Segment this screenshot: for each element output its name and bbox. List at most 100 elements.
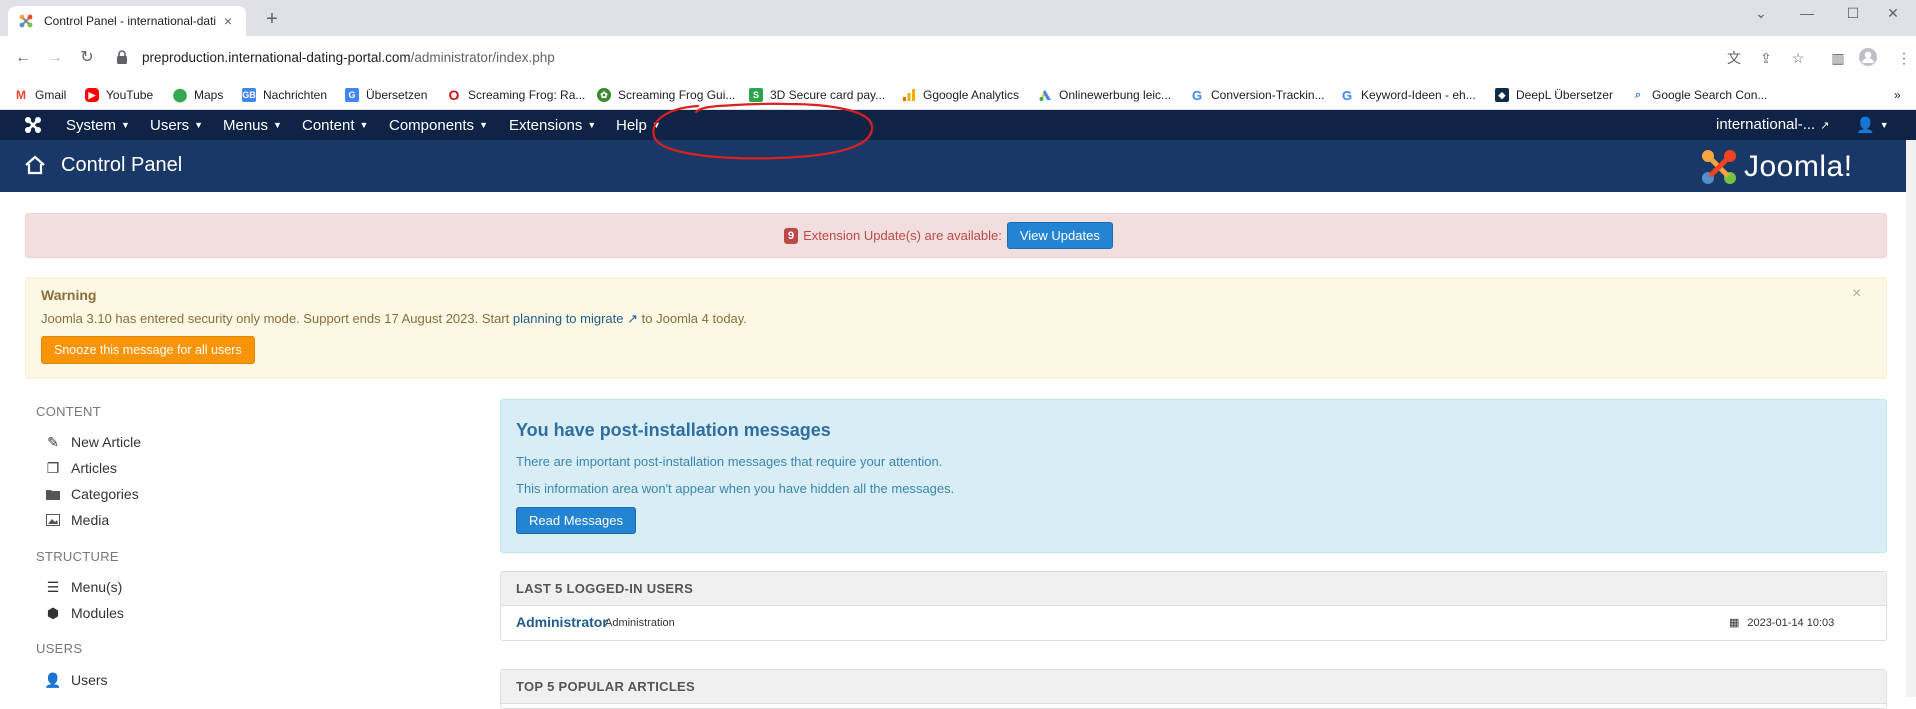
share-icon[interactable]: ⇪: [1756, 48, 1776, 68]
site-link[interactable]: international-... ↗: [1716, 110, 1829, 140]
bookmark-maps[interactable]: ⬤ Maps: [173, 86, 223, 104]
sidebar-item-menus[interactable]: ☰ Menu(s): [45, 577, 123, 597]
pencil-icon: ✎: [47, 433, 59, 450]
bookmark-nachrichten[interactable]: GB Nachrichten: [242, 86, 327, 104]
tab-search-icon[interactable]: ⌄: [1738, 0, 1784, 28]
brand-text: Joomla!: [1744, 150, 1853, 183]
reload-icon[interactable]: ↻: [75, 46, 99, 70]
bookmark-gmail[interactable]: M Gmail: [14, 86, 66, 104]
bookmark-analytics[interactable]: Ggoogle Analytics: [902, 86, 1019, 104]
bookmark-onlinewerbung[interactable]: Onlinewerbung leic...: [1038, 86, 1171, 104]
login-date: ▦ 2023-01-14 10:03: [1729, 616, 1835, 630]
bookmark-conversion-tracking[interactable]: G Conversion-Trackin...: [1190, 86, 1325, 104]
popular-articles-panel: TOP 5 POPULAR ARTICLES: [500, 669, 1887, 709]
bookmark-deepl[interactable]: ◆ DeepL Übersetzer: [1495, 86, 1613, 104]
menu-help[interactable]: Help ▼: [616, 110, 661, 140]
calendar-icon: ▦: [1729, 617, 1740, 629]
bookmark-screaming-frog-gui[interactable]: ✿ Screaming Frog Gui...: [597, 86, 735, 104]
external-link-icon: ↗: [1820, 120, 1830, 132]
bookmark-youtube[interactable]: ▶ YouTube: [85, 86, 153, 104]
more-bookmarks-icon[interactable]: »: [1894, 86, 1901, 104]
sidebar-item-users[interactable]: 👤 Users: [44, 670, 107, 690]
analytics-icon: [902, 88, 916, 102]
joomla-brand: Joomla!: [1700, 148, 1853, 186]
sidebar-heading-structure: STRUCTURE: [36, 549, 119, 564]
bookmark-search-console[interactable]: ⌕ Google Search Con...: [1631, 86, 1767, 104]
snooze-button[interactable]: Snooze this message for all users: [41, 336, 255, 364]
ads-icon: [1038, 88, 1052, 102]
url-text: preproduction.international-dating-porta…: [142, 50, 555, 65]
logged-in-users-heading: LAST 5 LOGGED-IN USERS: [501, 572, 1886, 606]
table-row: Administrator Administration ▦ 2023-01-14…: [501, 606, 1886, 638]
view-updates-button[interactable]: View Updates: [1006, 222, 1113, 249]
extension-update-alert: 9 Extension Update(s) are available: Vie…: [25, 213, 1887, 258]
caret-down-icon: ▼: [651, 120, 661, 130]
post-install-title: You have post-installation messages: [516, 420, 831, 440]
migrate-link[interactable]: planning to migrate: [513, 311, 624, 326]
tab-close-icon[interactable]: ×: [220, 13, 236, 29]
joomla-logo-icon[interactable]: [24, 116, 42, 134]
lock-icon: [116, 50, 132, 66]
menu-system[interactable]: System ▼: [66, 110, 130, 140]
new-tab-button[interactable]: +: [260, 8, 284, 32]
user-icon: 👤: [44, 671, 62, 688]
close-window-icon[interactable]: ✕: [1870, 0, 1916, 28]
post-install-line-1: There are important post-installation me…: [516, 454, 943, 469]
bookmark-3d-secure[interactable]: S 3D Secure card pay...: [749, 86, 885, 104]
page-title: Control Panel: [61, 154, 183, 176]
joomla-favicon-icon: [18, 13, 34, 29]
profile-avatar-icon[interactable]: [1858, 48, 1878, 68]
menu-users[interactable]: Users ▼: [150, 110, 203, 140]
caret-down-icon: ▼: [273, 120, 282, 130]
bookmark-keyword-ideen[interactable]: G Keyword-Ideen - eh...: [1340, 86, 1476, 104]
caret-down-icon: ▼: [194, 120, 204, 130]
address-bar[interactable]: preproduction.international-dating-porta…: [108, 42, 1908, 74]
caret-down-icon: ▼: [121, 120, 130, 130]
browser-tabstrip: Control Panel - international-dati × + ⌄…: [0, 0, 1916, 36]
sidebar-item-media[interactable]: Media: [45, 510, 109, 530]
tab-title: Control Panel - international-dati: [44, 14, 217, 28]
bookmark-star-icon[interactable]: ☆: [1788, 48, 1808, 68]
joomla-brand-icon: [1702, 150, 1736, 184]
gmail-icon: M: [14, 88, 28, 102]
popular-articles-heading: TOP 5 POPULAR ARTICLES: [501, 670, 1886, 704]
caret-down-icon: ▼: [587, 120, 597, 130]
close-icon[interactable]: ×: [1852, 285, 1861, 303]
list-icon: ☰: [46, 578, 60, 595]
frog-icon: ✿: [597, 88, 611, 102]
user-icon: 👤: [1856, 117, 1875, 134]
google-icon: G: [1340, 87, 1354, 103]
forward-icon[interactable]: →: [43, 46, 67, 70]
read-messages-button[interactable]: Read Messages: [516, 507, 636, 534]
external-link-icon: ↗: [627, 311, 639, 326]
cube-icon: ⬢: [46, 604, 60, 621]
news-icon: GB: [242, 88, 256, 102]
caret-down-icon: ▼: [1879, 120, 1889, 130]
side-panel-icon[interactable]: ▥: [1828, 48, 1848, 68]
opera-icon: O: [447, 87, 461, 103]
sidebar-item-categories[interactable]: Categories: [45, 484, 139, 504]
back-icon[interactable]: ←: [11, 46, 35, 70]
sidebar-item-modules[interactable]: ⬢ Modules: [45, 603, 124, 623]
minimize-icon[interactable]: —: [1784, 0, 1830, 28]
user-name-link[interactable]: Administrator: [516, 614, 608, 630]
bookmark-screaming-frog-ra[interactable]: O Screaming Frog: Ra...: [447, 86, 585, 104]
menu-content[interactable]: Content ▼: [302, 110, 368, 140]
sidebar-item-new-article[interactable]: ✎ New Article: [45, 432, 141, 452]
update-count-badge: 9: [784, 227, 799, 244]
menu-extensions[interactable]: Extensions ▼: [509, 110, 596, 140]
warning-title: Warning: [41, 287, 97, 303]
update-message: Extension Update(s) are available:: [803, 228, 1002, 243]
menu-menus[interactable]: Menus ▼: [223, 110, 282, 140]
copy-icon: ❐: [46, 459, 60, 476]
image-icon: [45, 512, 61, 528]
bookmark-uebersetzen[interactable]: G Übersetzen: [345, 86, 427, 104]
translate-page-icon[interactable]: 文: [1724, 48, 1744, 68]
menu-components[interactable]: Components ▼: [389, 110, 488, 140]
browser-menu-icon[interactable]: ⋮: [1894, 48, 1914, 68]
browser-tab[interactable]: Control Panel - international-dati ×: [8, 6, 246, 36]
sidebar-item-articles[interactable]: ❐ Articles: [45, 458, 117, 478]
logged-in-users-panel: LAST 5 LOGGED-IN USERS Administrator Adm…: [500, 571, 1887, 641]
user-menu[interactable]: 👤 ▼: [1856, 110, 1889, 140]
page-scrollbar[interactable]: [1906, 140, 1916, 697]
